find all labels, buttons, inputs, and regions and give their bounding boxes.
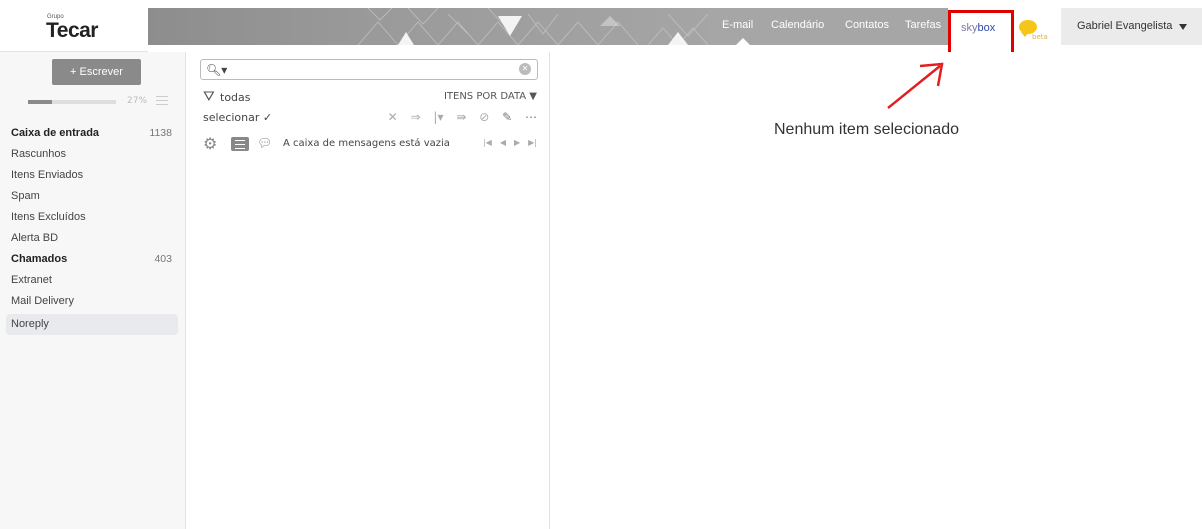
nav-email[interactable]: E-mail (722, 19, 753, 31)
main-nav: E-mail Calendário Contatos Tarefas (708, 8, 948, 45)
folder-mail-delivery[interactable]: Mail Delivery (6, 293, 178, 314)
sort-dropdown[interactable]: ITENS POR DATA ▼ (444, 91, 537, 102)
last-page-icon[interactable]: ▶| (528, 138, 537, 147)
chat-beta-button[interactable]: beta (1014, 8, 1054, 45)
select-dropdown[interactable]: selecionar ✓ (203, 111, 272, 124)
folder-count: 403 (154, 253, 172, 265)
message-actions: ✕ ⇒ |▾ ⇛ ⊘ ✎ ⋯ (379, 110, 537, 124)
folder-label: Chamados (11, 253, 68, 265)
beta-label: beta (1032, 33, 1048, 41)
chevron-down-icon (1179, 24, 1187, 30)
skybox-label-sky: sky (961, 22, 978, 34)
folder-drafts[interactable]: Rascunhos (6, 146, 178, 167)
annotation-arrow (887, 62, 944, 109)
quota-percent: 27% (127, 96, 148, 106)
triangle-pattern (357, 8, 708, 45)
nav-skybox-highlighted[interactable]: skybox (948, 10, 1014, 55)
folder-menu-icon[interactable] (156, 96, 168, 106)
reading-pane: Nenhum item selecionado (551, 52, 1202, 529)
list-view-icon[interactable] (231, 137, 249, 151)
folder-label: Mail Delivery (11, 295, 74, 307)
folder-alerta-bd[interactable]: Alerta BD (6, 230, 178, 251)
empty-mailbox-text: A caixa de mensagens está vazia (283, 138, 450, 149)
no-item-selected-text: Nenhum item selecionado (774, 121, 959, 138)
folder-label: Rascunhos (11, 148, 67, 160)
pagination: |◀ ◀ ▶ ▶| (475, 138, 537, 147)
nav-calendar[interactable]: Calendário (771, 19, 824, 31)
nav-contacts[interactable]: Contatos (845, 19, 889, 31)
folder-label: Caixa de entrada (11, 127, 100, 139)
thread-icon[interactable]: 💬︎ (257, 136, 272, 150)
compose-button[interactable]: + Escrever (52, 59, 141, 85)
folder-label: Alerta BD (11, 232, 59, 244)
logo-name: Tecar (46, 19, 98, 42)
active-tab-indicator (736, 38, 750, 45)
delete-icon[interactable]: ✕ (388, 110, 398, 124)
first-page-icon[interactable]: |◀ (483, 138, 492, 147)
gear-icon[interactable]: ⚙ (203, 134, 217, 153)
skybox-label-box: box (977, 22, 996, 34)
header-banner (148, 8, 708, 45)
chat-bubble-tail (1021, 32, 1029, 37)
folder-label: Extranet (11, 274, 52, 286)
folder-label: Itens Enviados (11, 169, 84, 181)
folder-noreply[interactable]: Noreply (6, 314, 178, 335)
nav-tasks[interactable]: Tarefas (905, 19, 941, 31)
block-icon[interactable]: ⊘ (479, 110, 489, 124)
folder-count: 1138 (149, 127, 172, 139)
search-input[interactable]: 🔍︎▾ ✕ (200, 59, 538, 80)
folder-inbox[interactable]: Caixa de entrada 1138 (6, 125, 178, 146)
archive-icon[interactable]: ⇛ (456, 110, 466, 124)
move-to-icon[interactable]: |▾ (433, 110, 443, 124)
logo[interactable]: Grupo Tecar (0, 0, 148, 52)
sort-label: ITENS POR DATA (443, 91, 527, 102)
next-page-icon[interactable]: ▶ (514, 138, 520, 147)
message-list-pane: 🔍︎▾ ✕ ⛛ todas ITENS POR DATA ▼ seleciona… (187, 52, 550, 529)
top-bar: Grupo Tecar E-mail Calendário Contatos T (0, 0, 1202, 55)
selection-toolbar: selecionar ✓ ✕ ⇒ |▾ ⇛ ⊘ ✎ ⋯ (203, 110, 537, 127)
skybox-label: skybox (961, 22, 995, 34)
search-icon[interactable]: 🔍︎▾ (206, 63, 227, 77)
filter-dropdown[interactable]: todas (220, 91, 251, 104)
quota-bar-fill (28, 100, 52, 104)
move-icon[interactable]: ⇒ (411, 110, 421, 124)
folder-label: Noreply (11, 318, 49, 330)
folder-spam[interactable]: Spam (6, 188, 178, 209)
folder-sent[interactable]: Itens Enviados (6, 167, 178, 188)
folder-sidebar: + Escrever 27% Caixa de entrada 1138 Rasc… (0, 52, 186, 529)
mail-app: Grupo Tecar E-mail Calendário Contatos T (0, 0, 1202, 529)
user-name: Gabriel Evangelista (1077, 20, 1173, 32)
user-menu[interactable]: Gabriel Evangelista (1061, 8, 1202, 45)
folder-label: Spam (11, 190, 40, 202)
folder-trash[interactable]: Itens Excluídos (6, 209, 178, 230)
clear-icon[interactable]: ✕ (519, 63, 531, 75)
prev-page-icon[interactable]: ◀ (500, 138, 506, 147)
folder-extranet[interactable]: Extranet (6, 272, 178, 293)
filter-row: ⛛ todas ITENS POR DATA ▼ (203, 89, 537, 107)
edit-icon[interactable]: ✎ (502, 110, 512, 124)
quota-bar (28, 100, 116, 104)
message-list-status: ⚙ 💬︎ A caixa de mensagens está vazia |◀ ◀… (203, 134, 537, 153)
more-icon[interactable]: ⋯ (525, 110, 537, 124)
folder-label: Itens Excluídos (11, 211, 86, 223)
filter-icon[interactable]: ⛛ (203, 89, 215, 105)
folder-list: Caixa de entrada 1138 Rascunhos Itens Env… (6, 125, 178, 335)
folder-chamados[interactable]: Chamados 403 (6, 251, 178, 272)
